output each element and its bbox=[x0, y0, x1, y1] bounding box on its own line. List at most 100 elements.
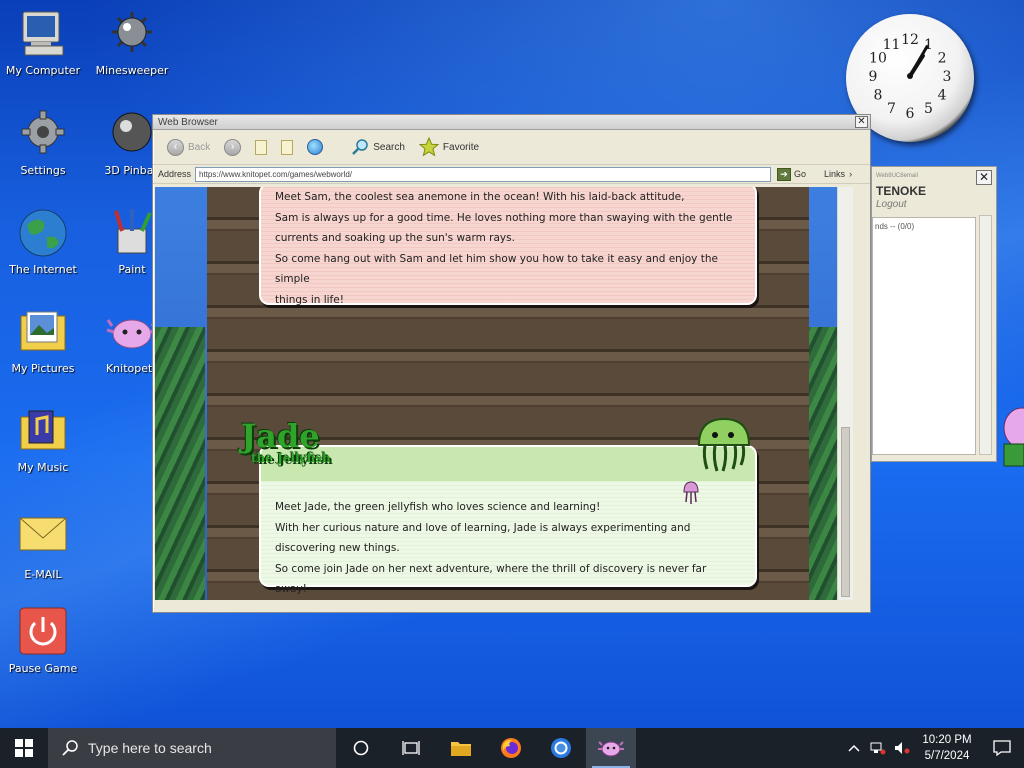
character-subtitle: the Jellyfish bbox=[251, 451, 331, 465]
desktop-icon-label: The Internet bbox=[9, 263, 77, 276]
cortana-circle-icon bbox=[353, 740, 369, 756]
taskbar-file-explorer[interactable] bbox=[436, 728, 486, 768]
friends-panel: nds -- (0/0) bbox=[872, 217, 976, 455]
back-label: Back bbox=[188, 141, 211, 153]
title-bar[interactable]: Web Browser ✕ bbox=[153, 115, 870, 130]
card-line: So come hang out with Sam and let him sh… bbox=[275, 252, 718, 286]
task-view-icon bbox=[402, 741, 420, 755]
gear-icon bbox=[17, 108, 69, 160]
start-button[interactable] bbox=[0, 728, 48, 768]
task-view-button[interactable] bbox=[386, 728, 436, 768]
power-icon bbox=[17, 606, 69, 658]
folder-icon bbox=[451, 742, 471, 756]
clock-numeral: 8 bbox=[873, 88, 882, 104]
clock-numeral: 3 bbox=[943, 69, 952, 85]
address-bar: Address https://www.knitopet.com/games/w… bbox=[153, 164, 870, 184]
desktop-icon-my-music[interactable]: My Music bbox=[0, 405, 86, 474]
card-header-band bbox=[261, 447, 755, 481]
notification-icon bbox=[993, 740, 1011, 757]
pinball-icon bbox=[106, 108, 158, 160]
magnifier-icon bbox=[352, 139, 368, 155]
search-placeholder: Type here to search bbox=[88, 740, 212, 756]
desktop-icon-pause-game[interactable]: Pause Game bbox=[0, 606, 86, 675]
close-icon[interactable]: ✕ bbox=[855, 116, 868, 128]
taskbar-search-input[interactable]: Type here to search bbox=[48, 728, 336, 768]
desktop-icon-internet[interactable]: The Internet bbox=[0, 207, 86, 276]
address-input[interactable]: https://www.knitopet.com/games/webworld/ bbox=[195, 166, 772, 182]
browser-window[interactable]: Web Browser ✕ ‹ Back › Search Favorite A bbox=[152, 114, 871, 613]
card-line: With her curious nature and love of lear… bbox=[275, 521, 691, 534]
clock-numeral: 11 bbox=[883, 37, 901, 53]
stop-button[interactable] bbox=[277, 135, 297, 159]
document-icon bbox=[281, 139, 294, 155]
globe-icon bbox=[307, 139, 324, 155]
wood-panel: Meet Sam, the coolest sea anemone in the… bbox=[207, 187, 809, 600]
taskbar-firefox[interactable] bbox=[486, 728, 536, 768]
search-button[interactable]: Search bbox=[347, 135, 409, 159]
clock-date: 5/7/2024 bbox=[924, 750, 970, 762]
notification-button[interactable] bbox=[980, 728, 1024, 768]
jellyfish-icon bbox=[693, 415, 755, 475]
close-icon[interactable]: ✕ bbox=[976, 170, 992, 185]
chat-scrollbar[interactable] bbox=[979, 215, 992, 455]
logout-link[interactable]: Logout bbox=[876, 199, 907, 210]
jade-title: Jade the Jellyfish bbox=[241, 420, 331, 464]
favorite-button[interactable]: Favorite bbox=[415, 135, 483, 159]
desktop-icon-email[interactable]: E-MAIL bbox=[0, 512, 86, 581]
forward-button[interactable]: › bbox=[220, 135, 245, 159]
card-line: currents and soaking up the sun's warm r… bbox=[275, 232, 515, 244]
page-icon bbox=[255, 139, 268, 155]
clock-numeral: 2 bbox=[938, 51, 947, 67]
chevron-up-icon[interactable] bbox=[842, 728, 866, 768]
desktop-icon-label: Pause Game bbox=[8, 662, 78, 675]
envelope-icon bbox=[17, 512, 69, 564]
kelp-decoration bbox=[155, 327, 205, 600]
search-label: Search bbox=[373, 141, 405, 153]
home-button[interactable] bbox=[303, 135, 327, 159]
chat-meta: Web8UC8email bbox=[876, 173, 918, 179]
page-button[interactable] bbox=[251, 135, 271, 159]
taskbar-knitopets[interactable] bbox=[586, 728, 636, 768]
desktop-icon-label: Settings bbox=[20, 164, 66, 177]
scrollbar-thumb[interactable] bbox=[841, 427, 850, 597]
computer-icon bbox=[17, 8, 69, 60]
clock-numeral: 4 bbox=[938, 88, 947, 104]
star-icon bbox=[418, 137, 439, 157]
character-card-jade: Meet Jade, the green jellyfish who loves… bbox=[259, 445, 757, 595]
links-menu[interactable]: Links bbox=[824, 169, 845, 179]
friends-count: nds -- (0/0) bbox=[875, 222, 915, 231]
network-icon[interactable] bbox=[866, 728, 890, 768]
desktop-icon-my-computer[interactable]: My Computer bbox=[0, 8, 86, 77]
axolotl-icon bbox=[106, 306, 158, 358]
cortana-button[interactable] bbox=[336, 728, 386, 768]
desktop-icon-my-pictures[interactable]: My Pictures bbox=[0, 306, 86, 375]
paint-brushes-icon bbox=[106, 207, 158, 259]
taskbar: Type here to search 10:20 PM 5/7/2024 bbox=[0, 728, 1024, 768]
clock-numeral: 9 bbox=[869, 69, 878, 85]
card-line: things in life! bbox=[275, 293, 344, 306]
card-line: discovering new things. bbox=[275, 542, 400, 554]
page-scrollbar[interactable] bbox=[837, 187, 853, 600]
volume-muted-icon[interactable] bbox=[890, 728, 914, 768]
mine-icon bbox=[106, 8, 158, 60]
window-title: Web Browser bbox=[158, 117, 218, 128]
desktop-icon-minesweeper[interactable]: Minesweeper bbox=[89, 8, 175, 77]
clock-numeral: 5 bbox=[924, 101, 933, 117]
chevron-right-icon[interactable]: › bbox=[849, 169, 852, 179]
go-button[interactable]: ➔ Go bbox=[777, 167, 806, 181]
system-tray: 10:20 PM 5/7/2024 bbox=[842, 728, 1024, 768]
taskbar-chrome[interactable] bbox=[536, 728, 586, 768]
clock-numeral: 6 bbox=[906, 106, 915, 122]
firefox-icon bbox=[501, 738, 521, 758]
mascot-image bbox=[1000, 398, 1024, 478]
taskbar-clock[interactable]: 10:20 PM 5/7/2024 bbox=[914, 732, 980, 764]
back-button[interactable]: ‹ Back bbox=[163, 135, 214, 159]
back-arrow-icon: ‹ bbox=[167, 138, 184, 156]
chat-window[interactable]: Web8UC8email TENOKE Logout ✕ nds -- (0/0… bbox=[871, 166, 997, 462]
axolotl-icon bbox=[598, 741, 624, 757]
desktop-icon-settings[interactable]: Settings bbox=[0, 108, 86, 177]
go-arrow-icon: ➔ bbox=[777, 167, 792, 181]
chrome-icon bbox=[551, 738, 571, 758]
address-label: Address bbox=[158, 169, 192, 179]
page-content[interactable]: Meet Sam, the coolest sea anemone in the… bbox=[155, 187, 853, 600]
